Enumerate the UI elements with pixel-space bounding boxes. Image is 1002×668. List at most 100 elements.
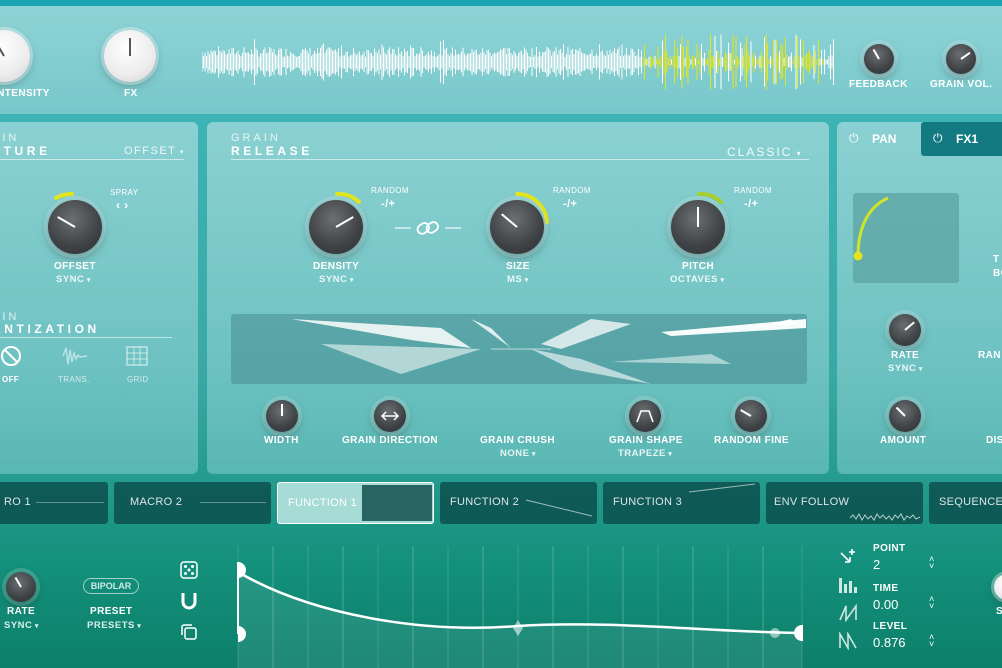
tab-sequencer[interactable]: SEQUENCER (929, 482, 1002, 524)
double-arrow-icon (380, 411, 400, 421)
link-icon[interactable] (395, 218, 461, 238)
grain-direction-label: GRAIN DIRECTION (342, 435, 438, 446)
copy-icon[interactable] (179, 622, 199, 642)
size-knob[interactable] (490, 200, 544, 254)
rate-knob[interactable] (889, 314, 921, 346)
feedback-knob[interactable] (864, 44, 894, 74)
capture-mode-dropdown[interactable]: OFFSET ▾ (124, 145, 185, 157)
tab-fx1[interactable]: ⏻ FX1 (921, 122, 1002, 156)
partial-dis-label: DIS (986, 435, 1002, 446)
point-value[interactable]: 2 (873, 557, 880, 572)
intensity-knob[interactable] (0, 30, 30, 82)
chevron-down-icon: ▾ (792, 149, 803, 158)
quant-title-line2: ANTIZATION (0, 322, 100, 336)
chevron-down-icon: ▾ (347, 277, 354, 284)
width-label: WIDTH (264, 435, 299, 446)
pitch-sub-value: OCTAVES (670, 274, 719, 285)
pan-xy-display[interactable] (853, 193, 959, 283)
tab-macro-2[interactable]: MACRO 2 (114, 482, 271, 524)
pitch-knob[interactable] (671, 200, 725, 254)
size-random-value[interactable]: -/+ (563, 198, 577, 210)
add-point-icon[interactable] (838, 547, 858, 567)
function-rate-knob[interactable] (6, 572, 36, 602)
spray-arrows-icon[interactable]: ‹ › (116, 198, 129, 212)
grain-vol-knob[interactable] (946, 44, 976, 74)
grain-shape-button[interactable] (629, 400, 661, 432)
chevron-down-icon: ▾ (718, 277, 725, 284)
tab-macro-1[interactable]: RO 1 (0, 482, 108, 524)
trapeze-icon (636, 410, 654, 423)
grain-crush-sub-dropdown[interactable]: NONE ▾ (500, 448, 536, 459)
function-3-preview (688, 483, 756, 493)
tab-function-3[interactable]: FUNCTION 3 (603, 482, 760, 524)
capture-divider (0, 159, 184, 160)
pitch-sub-dropdown[interactable]: OCTAVES ▾ (670, 274, 724, 285)
pitch-random-value[interactable]: -/+ (744, 198, 758, 210)
chevron-down-icon: ▾ (665, 451, 673, 458)
function-rate-sub-value: SYNC (4, 620, 33, 631)
time-stepper[interactable]: ˄ ˅ (929, 595, 934, 611)
capture-mode-value: OFFSET (124, 145, 177, 157)
release-mode-dropdown[interactable]: CLASSIC ▾ (727, 145, 803, 159)
random-fine-label: RANDOM FINE (714, 435, 789, 446)
feedback-label: FEEDBACK (849, 79, 908, 90)
pitch-random-label: RANDOM (734, 186, 772, 195)
power-icon: ⏻ (933, 131, 943, 145)
rate-sub-value: SYNC (888, 363, 917, 374)
grid-label: GRID (127, 375, 149, 384)
envelope-graph[interactable] (230, 544, 810, 668)
level-stepper[interactable]: ˄ ˅ (929, 633, 934, 649)
function-rate-sub-dropdown[interactable]: SYNC ▾ (4, 620, 39, 631)
rate-sub-dropdown[interactable]: SYNC ▾ (888, 363, 923, 374)
offset-knob[interactable] (48, 200, 102, 254)
grain-direction-button[interactable] (374, 400, 406, 432)
function-1-preview (362, 485, 432, 521)
density-random-value[interactable]: -/+ (381, 198, 395, 210)
chevron-down-icon: ▾ (134, 623, 142, 630)
trans-label: TRANS. (58, 375, 90, 384)
power-icon: ⏻ (849, 131, 859, 145)
macro-2-line (200, 502, 266, 503)
size-random-label: RANDOM (553, 186, 591, 195)
density-sub-value: SYNC (319, 274, 348, 285)
density-knob[interactable] (309, 200, 363, 254)
tab-function-2[interactable]: FUNCTION 2 (440, 482, 597, 524)
magnet-icon[interactable] (179, 591, 199, 611)
saw-icon[interactable] (838, 632, 858, 650)
chevron-down-icon: ▾ (176, 149, 185, 156)
amount-knob[interactable] (889, 400, 921, 432)
preset-sub-dropdown[interactable]: PRESETS ▾ (87, 620, 141, 631)
density-sub-dropdown[interactable]: SYNC ▾ (319, 274, 354, 285)
grain-shape-sub-dropdown[interactable]: TRAPEZE ▾ (618, 448, 672, 459)
width-knob[interactable] (266, 400, 298, 432)
tab-pan[interactable]: ⏻ PAN (837, 122, 919, 156)
tab-sequencer-label: SEQUENCER (939, 496, 1002, 508)
bars-icon[interactable] (838, 576, 858, 594)
tab-fx1-label: FX1 (956, 132, 979, 146)
point-stepper[interactable]: ˄ ˅ (929, 555, 934, 571)
offset-sub-dropdown[interactable]: SYNC ▾ (56, 274, 91, 285)
tab-pan-label: PAN (872, 132, 897, 146)
size-sub-dropdown[interactable]: MS ▾ (507, 274, 529, 285)
level-value[interactable]: 0.876 (873, 635, 906, 650)
tab-env-follow[interactable]: ENV FOLLOW (766, 482, 923, 524)
bipolar-button[interactable]: BIPOLAR (83, 578, 139, 594)
partial-bo-label: BO (993, 268, 1002, 279)
ramp-icon[interactable] (838, 604, 858, 622)
random-fine-knob[interactable] (735, 400, 767, 432)
no-symbol-icon[interactable] (0, 345, 22, 367)
time-value[interactable]: 0.00 (873, 597, 898, 612)
fx-knob[interactable] (104, 30, 156, 82)
preset-sub-value: PRESETS (87, 620, 135, 631)
macro-1-line (36, 502, 104, 503)
grid-icon[interactable] (126, 346, 148, 366)
capture-title-line2: PTURE (0, 144, 51, 158)
transient-icon[interactable] (62, 346, 88, 366)
dice-icon[interactable] (179, 560, 199, 580)
waveform-display[interactable] (202, 32, 834, 92)
chevron-down-icon: ▾ (32, 623, 39, 630)
release-mode-value: CLASSIC (727, 145, 793, 159)
partial-ran-label: RAN (978, 350, 1001, 361)
tab-function-1[interactable]: FUNCTION 1 (277, 482, 434, 524)
partial-right-knob[interactable] (994, 574, 1002, 600)
